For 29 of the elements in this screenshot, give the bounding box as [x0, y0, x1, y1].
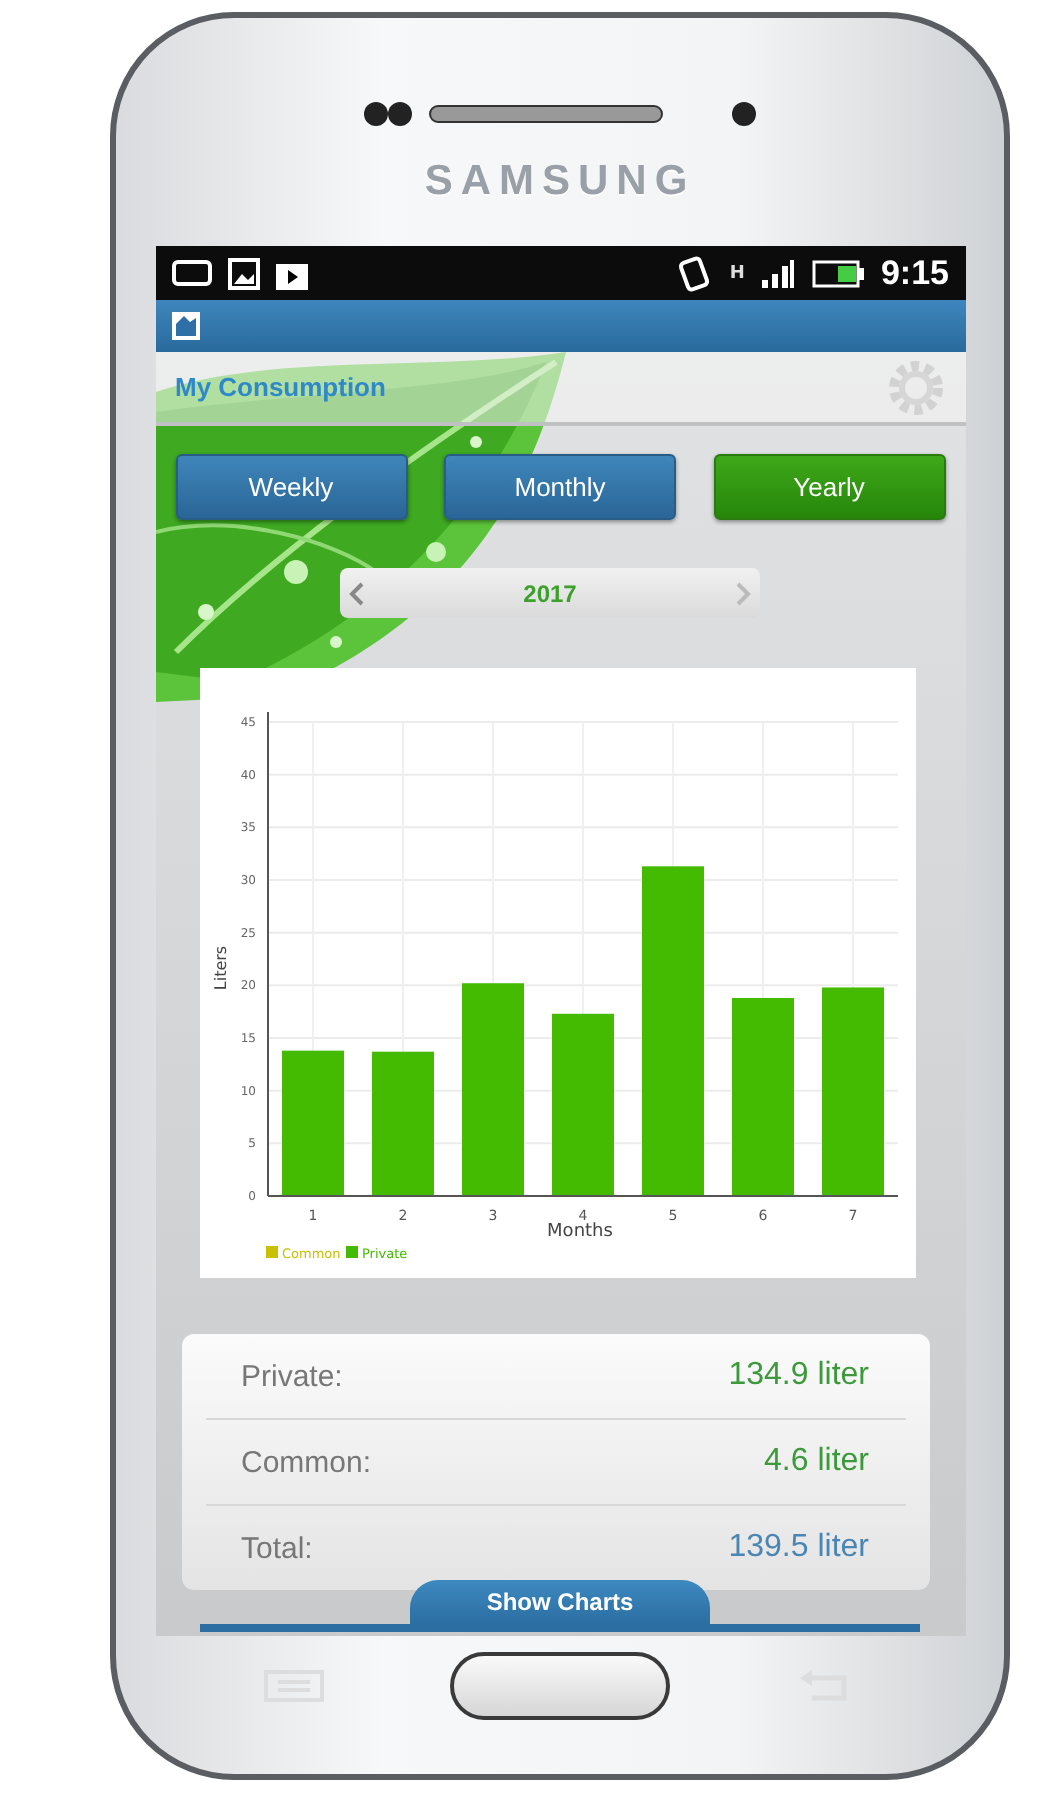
vibrate-icon [673, 253, 714, 293]
settings-icon[interactable] [885, 357, 945, 417]
sensor-icon [732, 102, 756, 126]
summary-label: Private: [241, 1359, 343, 1393]
year-value: 2017 [523, 579, 577, 607]
app-icon [171, 312, 199, 340]
clock: 9:15 [880, 253, 949, 293]
period-tab[interactable]: Yearly [713, 454, 945, 520]
battery-icon [812, 259, 865, 287]
summary-value: 4.6 liter [764, 1444, 869, 1480]
page-title: My Consumption [175, 372, 386, 402]
camera-icon [364, 100, 412, 128]
signal-icon [760, 257, 797, 289]
image-icon [227, 257, 259, 289]
speaker-grille-icon [428, 104, 664, 124]
card-icon [171, 260, 211, 286]
summary-value: 139.5 liter [728, 1530, 869, 1566]
x-axis-title: Months [546, 1222, 612, 1242]
period-tab[interactable]: Weekly [175, 454, 407, 520]
y-axis-title: Liters [211, 945, 229, 991]
network-type: H [729, 263, 745, 283]
year-picker[interactable]: 2017 [340, 568, 760, 618]
period-tab[interactable]: Monthly [444, 454, 676, 520]
show-charts-tab[interactable]: Show Charts [410, 1580, 710, 1624]
summary-label: Common: [241, 1445, 372, 1479]
brand-logo: SAMSUNG [424, 158, 696, 208]
summary-value: 134.9 liter [728, 1358, 869, 1394]
summary-label: Total: [241, 1531, 313, 1565]
home-button[interactable] [450, 1652, 670, 1720]
